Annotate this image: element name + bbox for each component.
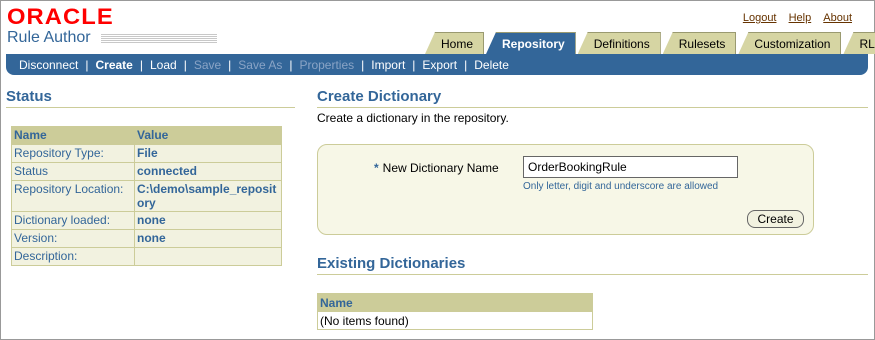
table-row: Repository Type: File (11, 144, 282, 163)
table-row: Description: (11, 247, 282, 266)
tab-rulesets[interactable]: Rulesets (662, 32, 737, 54)
about-link[interactable]: About (823, 12, 852, 24)
subnav-save: Save (193, 57, 222, 72)
status-value: connected (134, 162, 282, 181)
tab-rl[interactable]: RL (843, 32, 875, 54)
required-icon: * (374, 161, 379, 175)
subnav-create[interactable]: Create (96, 58, 133, 72)
subnav-save-as: Save As (238, 57, 283, 72)
dictionary-name-label-text: New Dictionary Name (382, 161, 499, 175)
status-value (134, 247, 282, 266)
status-table: Name Value Repository Type: File Status … (11, 126, 282, 266)
create-button[interactable]: Create (747, 210, 804, 228)
tab-customization[interactable]: Customization (738, 32, 842, 54)
status-header-value: Value (134, 126, 282, 145)
table-row: Repository Location: C:\demo\sample_repo… (11, 180, 282, 212)
dictionaries-header-row: Name (317, 293, 593, 312)
status-header-name: Name (11, 126, 135, 145)
status-title: Status (6, 88, 52, 105)
empty-message: (No items found) (317, 311, 593, 330)
existing-dictionaries-divider (317, 274, 868, 275)
subnav-export[interactable]: Export (422, 58, 457, 72)
status-divider (6, 107, 295, 108)
create-dictionary-divider (317, 107, 868, 108)
oracle-logo: ORACLE (7, 4, 114, 29)
tab-repository[interactable]: Repository (486, 32, 576, 54)
status-value: C:\demo\sample_repository (134, 180, 282, 212)
subnav-disconnect[interactable]: Disconnect (19, 58, 78, 72)
existing-dictionaries-title: Existing Dictionaries (317, 255, 466, 272)
subnav-delete[interactable]: Delete (474, 58, 509, 72)
repository-subnav: Disconnect | Create | Load | Save | Save… (6, 54, 868, 75)
status-value: File (134, 144, 282, 163)
tab-home[interactable]: Home (425, 32, 485, 54)
subnav-properties: Properties (299, 57, 355, 72)
create-dictionary-title: Create Dictionary (317, 88, 442, 105)
logout-link[interactable]: Logout (743, 12, 777, 24)
table-row: (No items found) (317, 311, 593, 330)
status-value: none (134, 229, 282, 248)
status-header-row: Name Value (11, 126, 282, 145)
subnav-import[interactable]: Import (371, 58, 405, 72)
table-row: Version: none (11, 229, 282, 248)
dictionaries-header-name: Name (317, 293, 593, 312)
main-tabs: Home Repository Definitions Rulesets Cus… (425, 32, 875, 54)
table-row: Status connected (11, 162, 282, 181)
status-key: Repository Type: (11, 144, 135, 163)
status-key: Version: (11, 229, 135, 248)
create-dictionary-form: *New Dictionary Name Only letter, digit … (317, 144, 814, 235)
help-link[interactable]: Help (789, 12, 812, 24)
status-key: Dictionary loaded: (11, 211, 135, 230)
table-row: Dictionary loaded: none (11, 211, 282, 230)
dictionary-name-input[interactable] (523, 156, 738, 178)
status-key: Status (11, 162, 135, 181)
app-name: Rule Author (7, 29, 91, 46)
status-key: Description: (11, 247, 135, 266)
dictionary-name-hint: Only letter, digit and underscore are al… (523, 181, 719, 192)
status-key: Repository Location: (11, 180, 135, 212)
status-value: none (134, 211, 282, 230)
existing-dictionaries-table: Name (No items found) (317, 293, 593, 330)
dictionary-name-label: * New Dictionary Name (374, 161, 499, 175)
create-dictionary-description: Create a dictionary in the repository. (317, 111, 509, 125)
app-name-decoration (101, 34, 217, 44)
global-links: Logout Help About (734, 12, 852, 24)
subnav-load[interactable]: Load (150, 58, 177, 72)
tab-definitions[interactable]: Definitions (577, 32, 661, 54)
